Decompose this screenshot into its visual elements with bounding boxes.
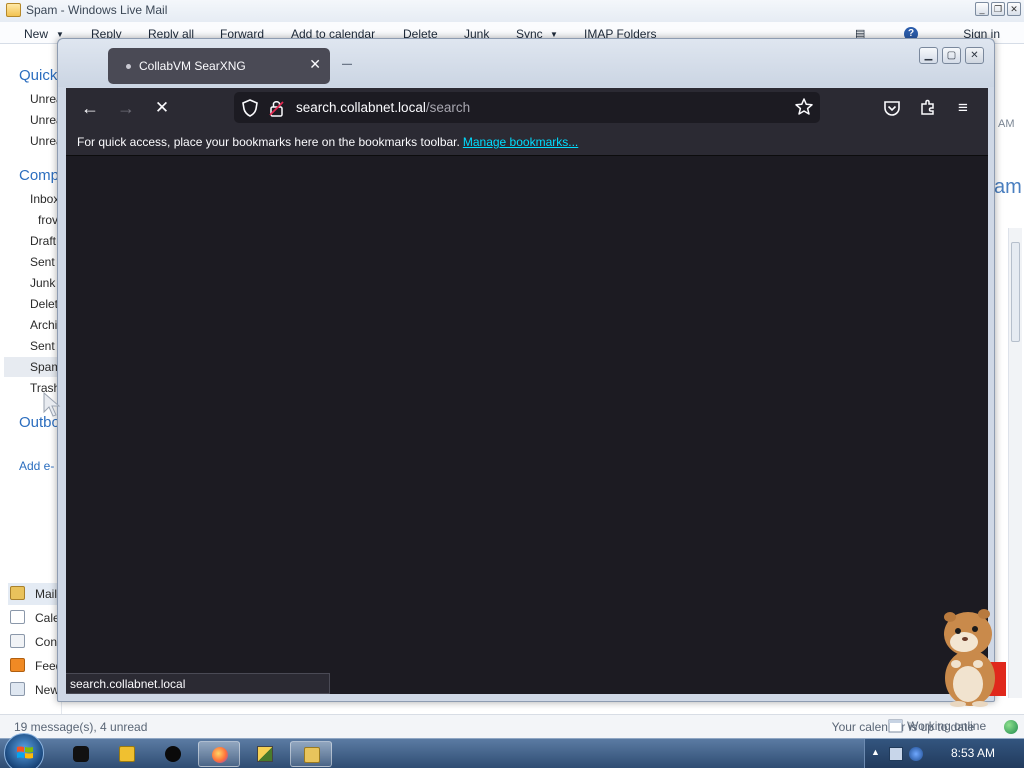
url-path: /search [425, 100, 471, 115]
maximize-button[interactable]: ▢ [942, 47, 961, 64]
scrollbar-thumb[interactable] [1011, 242, 1020, 342]
forward-arrow-icon[interactable]: → [115, 97, 137, 119]
folder-item-deleted[interactable]: Delet [30, 297, 58, 311]
link-status-panel: search.collabnet.local [66, 673, 330, 694]
calendar-icon [10, 610, 25, 624]
taskbar-item[interactable] [106, 741, 148, 767]
nav-feeds[interactable]: Feed [8, 655, 62, 677]
mail-minimize-button[interactable]: _ [975, 2, 989, 16]
folder-item-junk[interactable]: Junk [30, 276, 55, 290]
pocket-icon[interactable] [882, 98, 902, 118]
paint-icon [257, 746, 273, 762]
taskbar-item[interactable] [244, 741, 286, 767]
nav-newsgroups[interactable]: New [8, 679, 62, 701]
insecure-lock-icon[interactable] [268, 98, 286, 118]
mouse-pointer-icon [43, 392, 61, 417]
windows-live-mail-icon [304, 747, 320, 763]
url-bar[interactable]: search.collabnet.local/search [234, 92, 820, 123]
shield-icon[interactable] [241, 98, 259, 118]
minimize-button[interactable]: ▁ [919, 47, 938, 64]
nav-label: Con [35, 635, 58, 649]
nav-mail[interactable]: Mail [8, 583, 62, 605]
message-count-status: 19 message(s), 4 unread [14, 720, 148, 734]
globe-icon [1004, 720, 1018, 734]
nav-label: Mail [35, 587, 58, 601]
folder-item[interactable]: frov [38, 213, 58, 227]
manage-bookmarks-link[interactable]: Manage bookmarks... [463, 135, 578, 149]
mail-icon [10, 586, 25, 600]
calendar-time-stub: AM [998, 118, 1015, 130]
folder-item-drafts[interactable]: Draft [30, 234, 56, 248]
bookmarks-toolbar: For quick access, place your bookmarks h… [66, 128, 988, 156]
url-text[interactable]: search.collabnet.local/search [296, 100, 470, 115]
ribbon-new-button[interactable]: New [24, 27, 48, 41]
black-circle-icon [165, 746, 181, 762]
tab-title: CollabVM SearXNG [139, 59, 246, 73]
quick-views-header[interactable]: Quick [19, 67, 57, 84]
black-app-icon [73, 746, 89, 762]
folder-item-sent[interactable]: Sent [30, 255, 55, 269]
page-content[interactable]: search.collabnet.local [66, 156, 988, 694]
contacts-icon [10, 634, 25, 648]
network-icon[interactable] [889, 747, 903, 761]
nav-toolbar: ← → ✕ search.collabnet.local/search ≡ [66, 88, 988, 128]
taskbar-item-mail[interactable] [290, 741, 332, 767]
url-host: search.collabnet.local [296, 100, 426, 115]
media-center-icon [119, 746, 135, 762]
taskbar-item-firefox[interactable] [198, 741, 240, 767]
firefox-window: CollabVM SearXNG ✕ – ▁ ▢ ✕ ← → ✕ search.… [57, 38, 995, 702]
taskbar-item[interactable] [60, 741, 102, 767]
calendar-heading-stub: am [994, 176, 1022, 198]
mail-close-button[interactable]: ✕ [1007, 2, 1021, 16]
add-account-link[interactable]: Add e- [19, 459, 54, 473]
hamburger-menu-icon[interactable]: ≡ [952, 97, 974, 119]
hamster-mascot-icon [944, 609, 1006, 707]
windows-live-mail-icon [6, 3, 21, 17]
nav-label: New [35, 683, 60, 697]
mail-statusbar: 19 message(s), 4 unread Your calendar is… [0, 714, 1024, 738]
folder-item-spam[interactable]: Spam [4, 357, 62, 377]
back-arrow-icon[interactable]: ← [79, 97, 101, 119]
nav-label: Cale [35, 611, 60, 625]
close-button[interactable]: ✕ [965, 47, 984, 64]
stop-loading-icon[interactable]: ✕ [151, 97, 173, 119]
feeds-icon [10, 658, 25, 672]
new-tab-button[interactable]: – [342, 53, 352, 74]
taskbar-item[interactable] [152, 741, 194, 767]
mail-titlebar: Spam - Windows Live Mail _ ❐ ✕ [0, 0, 1024, 22]
mail-restore-button[interactable]: ❐ [991, 2, 1005, 16]
online-status: Working online [907, 719, 987, 733]
nav-calendar[interactable]: Cale [8, 607, 62, 629]
folder-item-sent[interactable]: Sent [30, 339, 55, 353]
storage-folders-header[interactable]: Comp [19, 167, 59, 184]
extensions-puzzle-icon[interactable] [918, 97, 938, 117]
windows-logo-icon [17, 746, 33, 759]
tab-collabvm-searxng[interactable]: CollabVM SearXNG ✕ [108, 48, 330, 84]
newsgroups-icon [10, 682, 25, 696]
system-tray: ▲ [864, 739, 1024, 768]
firefox-icon [212, 747, 228, 763]
volume-icon[interactable] [909, 747, 923, 761]
status-url: search.collabnet.local [70, 677, 186, 691]
folder-item-archive[interactable]: Archi [30, 318, 57, 332]
folder-item-inbox[interactable]: Inbox [30, 192, 59, 206]
nav-contacts[interactable]: Con [8, 631, 62, 653]
show-hidden-icons-chevron-icon[interactable]: ▲ [871, 747, 880, 757]
close-tab-icon[interactable]: ✕ [309, 56, 321, 73]
start-button[interactable] [4, 733, 44, 768]
clock[interactable]: 8:53 AM [951, 746, 995, 760]
bookmarks-hint: For quick access, place your bookmarks h… [77, 135, 460, 149]
mail-window-title: Spam - Windows Live Mail [26, 3, 168, 17]
folder-pane: Quick Unrea Unrea Unrea Comp Inbox frov … [0, 44, 63, 714]
bookmark-star-icon[interactable] [794, 97, 814, 117]
taskbar: ▲ 8:53 AM [0, 733, 1024, 768]
loading-dot-icon [126, 64, 131, 69]
calendar-small-icon [888, 719, 903, 733]
tab-strip: CollabVM SearXNG ✕ – ▁ ▢ ✕ [58, 39, 994, 87]
